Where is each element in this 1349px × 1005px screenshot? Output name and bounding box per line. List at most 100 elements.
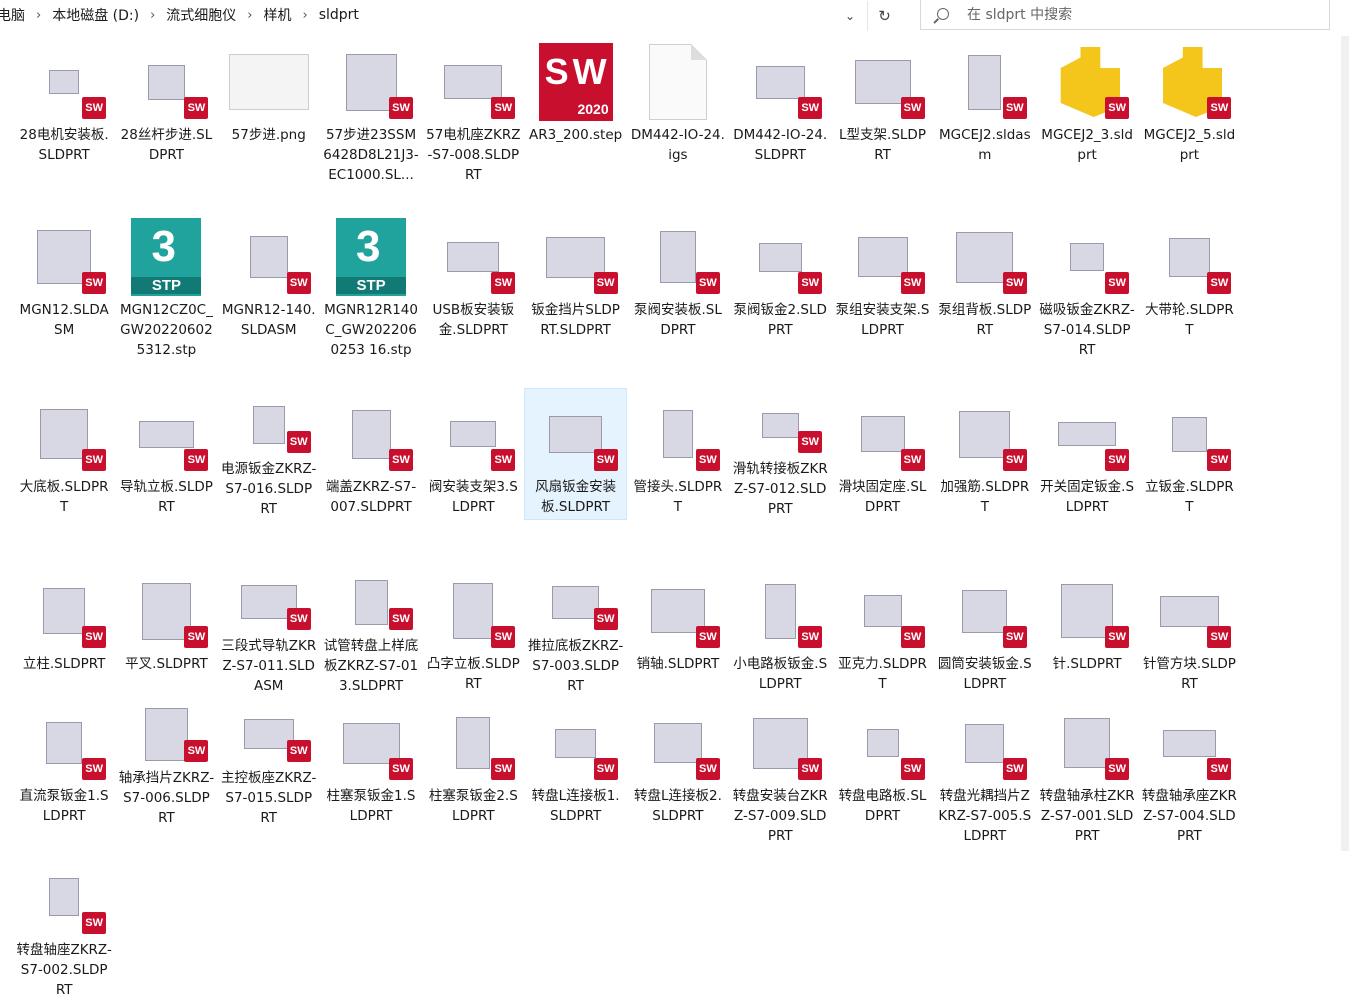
file-item[interactable]: 3 STP MGNR12R140C_GW2022060253 16.stp <box>320 211 422 388</box>
file-item[interactable]: SW 滑轨转接板ZKRZ-S7-012.SLDPRT <box>729 388 831 520</box>
chevron-right-icon[interactable]: › <box>36 8 41 23</box>
file-item[interactable]: SW 小电路板钣金.SLDPRT <box>729 565 831 697</box>
file-thumbnail: SW <box>1141 41 1237 123</box>
file-item[interactable]: SW 三段式导轨ZKRZ-S7-011.SLDASM <box>218 565 320 697</box>
file-item[interactable]: SW 导轨立板.SLDPRT <box>115 388 217 565</box>
file-item[interactable]: SW 针管方块.SLDPRT <box>1138 565 1240 697</box>
breadcrumb[interactable]: 电脑 › 本地磁盘 (D:) › 流式细胞仪 › 样机 › sldprt ⌄ ↻ <box>0 0 902 31</box>
file-thumbnail: SW <box>221 702 317 766</box>
part-preview-icon <box>138 420 194 448</box>
solidworks-badge-icon: SW <box>82 449 107 471</box>
part-preview-icon <box>49 878 80 916</box>
file-item[interactable]: SW 钣金挡片SLDPRT.SLDPRT <box>524 211 626 388</box>
file-item[interactable]: SW 转盘轴承座ZKRZ-S7-004.SLDPRT <box>1138 697 1240 851</box>
file-thumbnail: SW <box>528 216 624 298</box>
file-item[interactable]: SW MGCEJ2.sldasm <box>934 36 1036 211</box>
file-item[interactable]: SW 销轴.SLDPRT <box>627 565 729 697</box>
file-item[interactable]: SW 阀安装支架3.SLDPRT <box>422 388 524 520</box>
part-preview-icon <box>147 64 185 100</box>
file-item[interactable]: SW 加强筋.SLDPRT <box>934 388 1036 520</box>
file-item[interactable]: SW 转盘安装台ZKRZ-S7-009.SLDPRT <box>729 697 831 851</box>
file-item[interactable]: SW 立钣金.SLDPRT <box>1138 388 1240 520</box>
file-item[interactable]: SW 泵阀钣金2.SLDPRT <box>729 211 831 388</box>
file-item[interactable]: SW 转盘光耦挡片ZKRZ-S7-005.SLDPRT <box>934 697 1036 851</box>
file-name: 57电机座ZKRZ-S7-008.SLDPRT <box>426 127 521 183</box>
chevron-right-icon[interactable]: › <box>302 8 307 23</box>
file-item[interactable]: SW 转盘L连接板1.SLDPRT <box>524 697 626 851</box>
part-preview-icon <box>144 707 188 761</box>
file-item[interactable]: SW 推拉底板ZKRZ-S7-003.SLDPRT <box>524 565 626 697</box>
file-item[interactable]: SW 开关固定钣金.SLDPRT <box>1036 388 1138 520</box>
chevron-right-icon[interactable]: › <box>247 8 252 23</box>
file-item[interactable]: SW 转盘L连接板2.SLDPRT <box>627 697 729 851</box>
file-item[interactable]: SW L型支架.SLDPRT <box>831 36 933 211</box>
breadcrumb-item[interactable]: 电脑 <box>0 5 25 25</box>
part-preview-icon <box>1064 718 1111 768</box>
file-item[interactable]: 57步进.png <box>218 36 320 211</box>
file-item[interactable]: SW 管接头.SLDPRT <box>627 388 729 520</box>
file-item[interactable]: S W 2020 AR3_200.step <box>524 36 626 211</box>
file-item[interactable]: SW 泵组安装支架.SLDPRT <box>831 211 933 388</box>
solidworks-badge-icon: SW <box>798 272 823 294</box>
file-item[interactable]: SW 柱塞泵钣金1.SLDPRT <box>320 697 422 829</box>
file-item[interactable]: SW 立柱.SLDPRT <box>13 565 115 697</box>
solidworks-badge-icon: SW <box>593 449 618 471</box>
file-item[interactable]: 3 STP MGN12CZ0C_GW202206025312.stp <box>115 211 217 388</box>
file-thumbnail: SW <box>732 41 828 123</box>
breadcrumb-item[interactable]: 流式细胞仪 <box>166 5 236 25</box>
part-preview-icon <box>968 54 1002 110</box>
file-name: 立柱.SLDPRT <box>22 656 106 672</box>
file-thumbnail: SW <box>16 570 112 652</box>
breadcrumb-item[interactable]: 样机 <box>263 5 291 25</box>
file-item[interactable]: SW 大底板.SLDPRT <box>13 388 115 565</box>
file-item[interactable]: SW 亚克力.SLDPRT <box>831 565 933 697</box>
file-item[interactable]: SW 凸字立板.SLDPRT <box>422 565 524 697</box>
file-item[interactable]: SW 泵组背板.SLDPRT <box>934 211 1036 388</box>
breadcrumb-item[interactable]: sldprt <box>319 7 359 23</box>
file-item[interactable]: SW MGCEJ2_3.sldprt <box>1036 36 1138 211</box>
refresh-button[interactable]: ↻ <box>867 1 901 31</box>
solidworks-badge-icon: SW <box>286 272 311 294</box>
file-item[interactable]: SW 转盘电路板.SLDPRT <box>831 697 933 851</box>
file-item[interactable]: SW 泵阀安装板.SLDPRT <box>627 211 729 388</box>
file-item[interactable]: SW 转盘轴承柱ZKRZ-S7-001.SLDPRT <box>1036 697 1138 851</box>
file-name: 针管方块.SLDPRT <box>1142 656 1236 692</box>
file-item[interactable]: SW 直流泵钣金1.SLDPRT <box>13 697 115 829</box>
history-dropdown-button[interactable]: ⌄ <box>833 1 867 31</box>
file-item[interactable]: SW 主控板座ZKRZ-S7-015.SLDPRT <box>218 697 320 829</box>
file-item[interactable]: SW 试管转盘上样底板ZKRZ-S7-013.SLDPRT <box>320 565 422 697</box>
breadcrumb-item[interactable]: 本地磁盘 (D:) <box>52 5 139 25</box>
file-item[interactable]: SW 磁吸钣金ZKRZ-S7-014.SLDPRT <box>1036 211 1138 388</box>
file-item[interactable]: SW 平叉.SLDPRT <box>115 565 217 697</box>
scrollbar[interactable] <box>1341 36 1349 851</box>
file-item[interactable]: SW 滑块固定座.SLDPRT <box>831 388 933 520</box>
file-item[interactable]: SW 电源钣金ZKRZ-S7-016.SLDPRT <box>218 388 320 520</box>
file-item[interactable]: SW DM442-IO-24.SLDPRT <box>729 36 831 211</box>
file-item[interactable]: SW 轴承挡片ZKRZ-S7-006.SLDPRT <box>115 697 217 829</box>
chevron-right-icon[interactable]: › <box>150 8 155 23</box>
file-item[interactable]: DM442-IO-24.igs <box>627 36 729 211</box>
file-item[interactable]: SW 柱塞泵钣金2.SLDPRT <box>422 697 524 851</box>
file-item[interactable]: SW 28电机安装板.SLDPRT <box>13 36 115 211</box>
file-thumbnail: SW <box>1039 702 1135 784</box>
file-item[interactable]: SW 大带轮.SLDPRT <box>1138 211 1240 388</box>
file-item[interactable]: SW 28丝杆步进.SLDPRT <box>115 36 217 211</box>
file-item[interactable]: SW 57步进23SSM6428D8L21J3-EC1000.SL... <box>320 36 422 211</box>
file-item[interactable]: SW MGNR12-140.SLDASM <box>218 211 320 388</box>
part-preview-icon <box>354 579 388 625</box>
search-input[interactable]: 在 sldprt 中搜索 <box>920 0 1330 30</box>
file-item[interactable]: SW 端盖ZKRZ-S7-007.SLDPRT <box>320 388 422 520</box>
file-item[interactable]: SW 风扇钣金安装板.SLDPRT <box>524 388 627 520</box>
file-thumbnail: SW <box>221 570 317 634</box>
file-item[interactable]: SW MGN12.SLDASM <box>13 211 115 386</box>
file-item[interactable]: SW MGCEJ2_5.sldprt <box>1138 36 1240 211</box>
file-item[interactable]: SW 转盘轴座ZKRZ-S7-002.SLDPRT <box>13 851 115 1005</box>
file-item[interactable]: SW 57电机座ZKRZ-S7-008.SLDPRT <box>422 36 524 211</box>
file-thumbnail: SW <box>1039 570 1135 652</box>
file-name: 转盘L连接板2.SLDPRT <box>633 788 722 824</box>
file-item[interactable]: SW USB板安装钣金.SLDPRT <box>422 211 524 388</box>
solidworks-badge-icon: SW <box>798 97 823 119</box>
file-item[interactable]: SW 圆筒安装钣金.SLDPRT <box>934 565 1036 697</box>
file-item[interactable]: SW 针.SLDPRT <box>1036 565 1138 697</box>
part-preview-icon <box>755 65 805 99</box>
